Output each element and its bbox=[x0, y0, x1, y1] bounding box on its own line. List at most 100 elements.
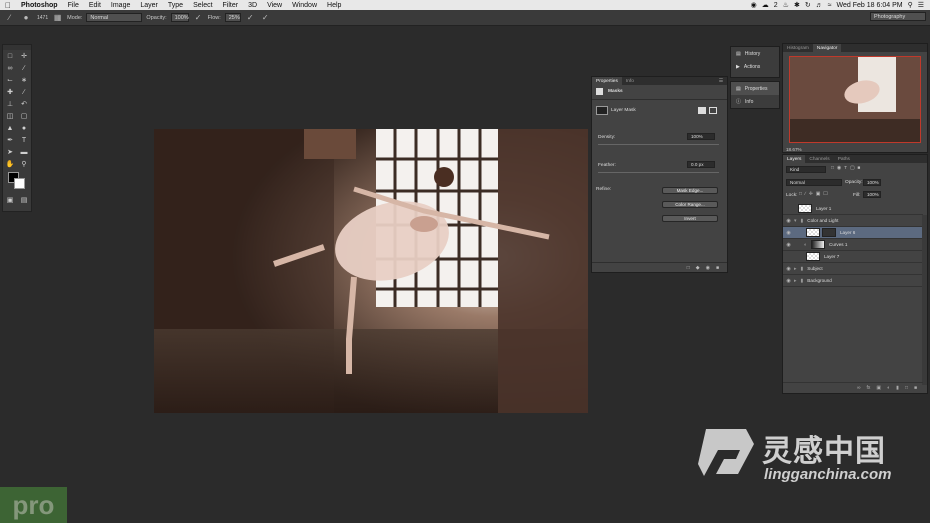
quick-mask-icon[interactable]: ▣ bbox=[5, 195, 15, 205]
expand-arrow-icon[interactable]: ▸ bbox=[794, 278, 797, 284]
density-slider[interactable] bbox=[598, 144, 719, 145]
brush-preset-icon[interactable]: ● bbox=[19, 13, 33, 23]
layer-kind-filter[interactable]: Kind bbox=[786, 166, 826, 173]
document-canvas[interactable] bbox=[154, 129, 588, 413]
search-icon[interactable]: ⚲ bbox=[908, 1, 913, 9]
navigator-zoom[interactable]: 18.67% bbox=[786, 147, 802, 152]
wifi-icon[interactable]: ≈ bbox=[828, 2, 832, 9]
airbrush-icon[interactable]: ✓ bbox=[245, 13, 256, 23]
time-machine-icon[interactable]: ↻ bbox=[805, 1, 811, 9]
menu-window[interactable]: Window bbox=[287, 2, 322, 9]
layer-group-row[interactable]: ◉ ▾ ▮ Color and Light bbox=[783, 215, 923, 227]
menu-image[interactable]: Image bbox=[106, 2, 135, 9]
link-layers-icon[interactable]: ∞ bbox=[857, 385, 861, 391]
pixel-mask-icon[interactable] bbox=[698, 107, 706, 114]
eye-icon[interactable]: ◉ bbox=[783, 266, 794, 272]
bell-icon[interactable]: ♨ bbox=[783, 1, 789, 9]
menu-edit[interactable]: Edit bbox=[84, 2, 106, 9]
workspace-select[interactable]: Photography bbox=[870, 12, 926, 21]
menu-type[interactable]: Type bbox=[163, 2, 188, 9]
load-selection-icon[interactable]: □ bbox=[687, 265, 690, 271]
brush-panel-icon[interactable]: ▦ bbox=[52, 13, 63, 23]
menu-3d[interactable]: 3D bbox=[243, 2, 262, 9]
path-select-tool-icon[interactable]: ➤ bbox=[5, 147, 15, 157]
move-tool-icon[interactable]: ✛ bbox=[19, 51, 29, 61]
menu-view[interactable]: View bbox=[262, 2, 287, 9]
record-icon[interactable]: ◉ bbox=[751, 1, 757, 9]
blur-tool-icon[interactable]: ▲ bbox=[5, 123, 15, 133]
tab-channels[interactable]: Channels bbox=[805, 155, 833, 163]
mask-edge-button[interactable]: Mask Edge... bbox=[662, 187, 718, 194]
layer-row[interactable]: ◉ ◐ Curves 1 bbox=[783, 239, 923, 251]
layer-row-selected[interactable]: ◉ Layer 6 bbox=[783, 227, 923, 239]
eye-icon[interactable]: ◉ bbox=[783, 242, 794, 248]
lock-icons[interactable]: □∕✛▣☐ bbox=[799, 192, 831, 197]
tab-histogram[interactable]: Histogram bbox=[783, 44, 813, 52]
bluetooth-icon[interactable]: ✱ bbox=[794, 1, 800, 9]
menu-help[interactable]: Help bbox=[322, 2, 346, 9]
menu-app-name[interactable]: Photoshop bbox=[16, 2, 63, 9]
eyedropper-tool-icon[interactable]: ∗ bbox=[19, 75, 29, 85]
layer-row[interactable]: Layer 7 bbox=[783, 251, 923, 263]
layer-row[interactable]: Layer 1 bbox=[783, 203, 923, 215]
apple-icon[interactable]:  bbox=[0, 1, 16, 10]
color-swatches[interactable] bbox=[3, 170, 31, 194]
eye-icon[interactable]: ◉ bbox=[783, 218, 794, 224]
history-brush-tool-icon[interactable]: ↶ bbox=[19, 99, 29, 109]
volume-icon[interactable]: ♬ bbox=[816, 2, 823, 9]
pressure-opacity-icon[interactable]: ✓ bbox=[193, 13, 204, 23]
actions-dock-item[interactable]: ▶ Actions bbox=[731, 60, 779, 73]
feather-slider[interactable] bbox=[598, 172, 719, 173]
history-dock-item[interactable]: ▤ History bbox=[731, 47, 779, 60]
screen-mode-icon[interactable]: ▤ bbox=[19, 195, 29, 205]
filter-icons[interactable]: □◉T▢■ bbox=[831, 166, 863, 171]
list-icon[interactable]: ☰ bbox=[918, 1, 924, 9]
blend-mode-select[interactable]: Normal bbox=[786, 179, 842, 186]
panel-menu-icon[interactable]: ☰ bbox=[719, 79, 727, 84]
shape-tool-icon[interactable]: ▬ bbox=[19, 147, 29, 157]
menu-filter[interactable]: Filter bbox=[218, 2, 244, 9]
tab-paths[interactable]: Paths bbox=[834, 155, 854, 163]
density-field[interactable]: 100% bbox=[687, 133, 715, 140]
layer-opacity-field[interactable]: 100% bbox=[863, 179, 881, 186]
zoom-tool-icon[interactable]: ⚲ bbox=[19, 159, 29, 169]
new-layer-icon[interactable]: □ bbox=[905, 385, 908, 391]
tab-layers[interactable]: Layers bbox=[783, 155, 806, 163]
crop-tool-icon[interactable]: ⌙ bbox=[5, 75, 15, 85]
expand-arrow-icon[interactable]: ▸ bbox=[794, 266, 797, 272]
layer-mask-thumbnail[interactable] bbox=[822, 228, 836, 237]
brush-tool-icon-panel[interactable]: ∕ bbox=[19, 87, 29, 97]
stamp-tool-icon[interactable]: ⊥ bbox=[5, 99, 15, 109]
invert-button[interactable]: Invert bbox=[662, 215, 718, 222]
healing-tool-icon[interactable]: ✚ bbox=[5, 87, 15, 97]
tab-properties[interactable]: Properties bbox=[592, 77, 622, 85]
flow-field[interactable]: 25% bbox=[224, 13, 241, 22]
properties-dock-item[interactable]: ▤ Properties bbox=[731, 82, 779, 95]
mode-select[interactable]: Normal bbox=[86, 13, 143, 22]
background-color[interactable] bbox=[14, 178, 25, 189]
info-dock-item[interactable]: ⓘ Info bbox=[731, 95, 779, 108]
brush-tool-icon[interactable]: ∕ bbox=[4, 13, 15, 23]
expand-arrow-icon[interactable]: ▾ bbox=[794, 218, 797, 224]
pressure-size-icon[interactable]: ✓ bbox=[260, 13, 271, 23]
eraser-tool-icon[interactable]: ◫ bbox=[5, 111, 15, 121]
layers-scrollbar[interactable] bbox=[922, 215, 927, 385]
marquee-tool-icon[interactable]: □ bbox=[5, 51, 15, 61]
fill-field[interactable]: 100% bbox=[863, 191, 881, 198]
new-group-icon[interactable]: ▮ bbox=[896, 385, 899, 391]
toggle-visibility-icon[interactable]: ◉ bbox=[706, 265, 710, 271]
hand-tool-icon[interactable]: ✋ bbox=[5, 159, 15, 169]
vector-mask-icon[interactable] bbox=[709, 107, 717, 114]
tab-navigator[interactable]: Navigator bbox=[812, 44, 842, 52]
quick-select-tool-icon[interactable]: ∕ bbox=[19, 63, 29, 73]
navigator-thumbnail[interactable] bbox=[789, 56, 921, 143]
fx-icon[interactable]: fx bbox=[867, 385, 871, 391]
color-range-button[interactable]: Color Range... bbox=[662, 201, 718, 208]
pen-tool-icon[interactable]: ✒ bbox=[5, 135, 15, 145]
creative-cloud-icon[interactable]: ☁ bbox=[762, 1, 769, 9]
menu-layer[interactable]: Layer bbox=[135, 2, 163, 9]
dodge-tool-icon[interactable]: ● bbox=[19, 123, 29, 133]
apply-mask-icon[interactable]: ◆ bbox=[696, 265, 700, 271]
trash-icon[interactable]: ■ bbox=[914, 385, 917, 391]
layer-group-row[interactable]: ◉ ▸ ▮ Subject bbox=[783, 263, 923, 275]
